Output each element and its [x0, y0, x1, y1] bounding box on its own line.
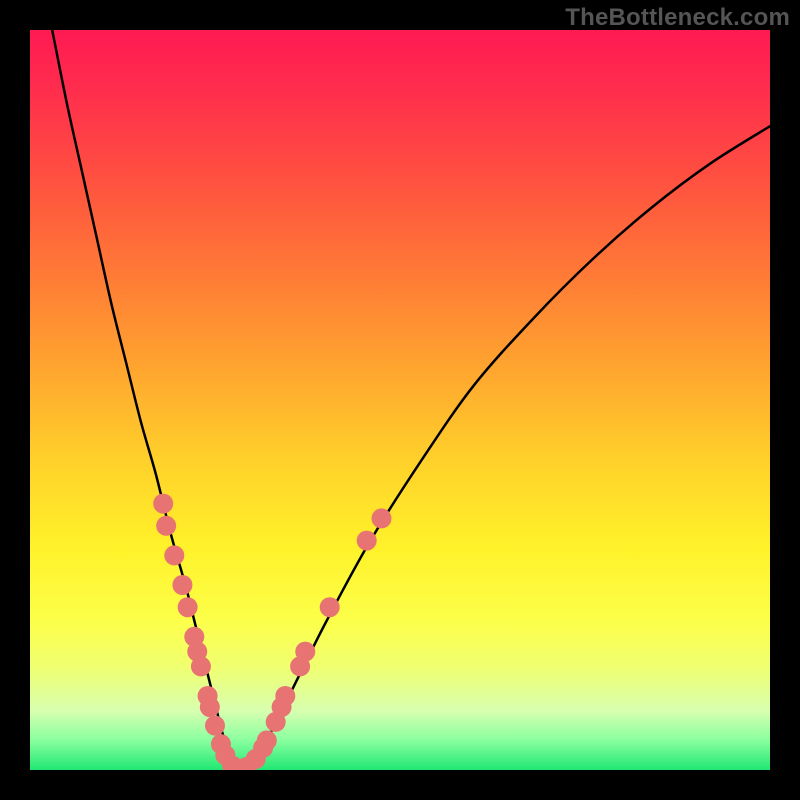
curve-marker	[295, 642, 315, 662]
curve-marker	[205, 716, 225, 736]
plot-area	[30, 30, 770, 770]
curve-marker	[191, 656, 211, 676]
curve-marker	[275, 686, 295, 706]
curve-marker	[164, 545, 184, 565]
bottleneck-curve	[52, 30, 770, 770]
curve-marker	[372, 508, 392, 528]
curve-marker	[257, 730, 277, 750]
chart-svg	[30, 30, 770, 770]
curve-marker	[172, 575, 192, 595]
curve-markers	[153, 494, 391, 770]
curve-marker	[357, 531, 377, 551]
curve-marker	[153, 494, 173, 514]
curve-marker	[156, 516, 176, 536]
chart-frame: TheBottleneck.com	[0, 0, 800, 800]
curve-marker	[200, 697, 220, 717]
curve-marker	[320, 597, 340, 617]
curve-marker	[178, 597, 198, 617]
watermark-text: TheBottleneck.com	[565, 4, 790, 32]
